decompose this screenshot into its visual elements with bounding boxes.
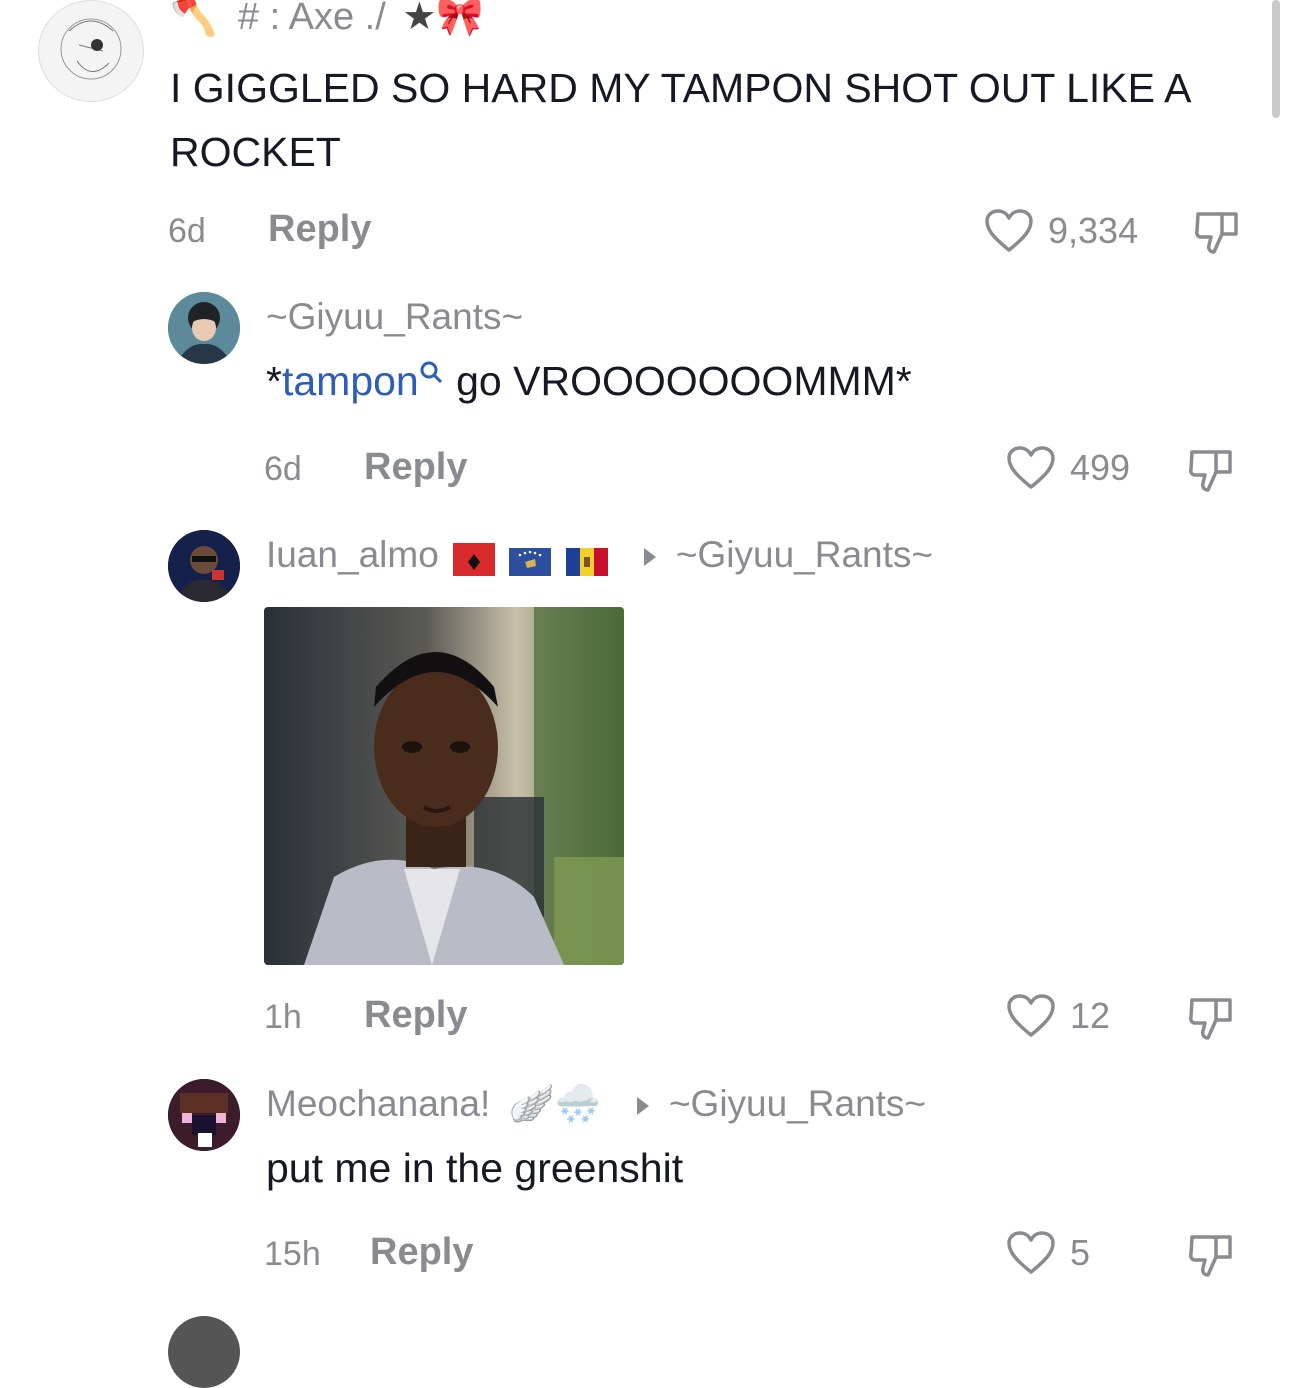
thumbs-down-icon[interactable] <box>1192 206 1244 258</box>
thumbs-down-icon[interactable] <box>1186 1229 1238 1281</box>
search-link[interactable]: tampon <box>282 358 419 404</box>
reply-arrow-icon <box>643 548 656 567</box>
albania-flag <box>453 543 496 577</box>
reply-button[interactable]: Reply <box>370 1231 473 1274</box>
comment-text: put me in the greenshit <box>266 1145 684 1191</box>
reply-button[interactable]: Reply <box>364 446 467 489</box>
reply-button[interactable]: Reply <box>364 994 467 1037</box>
reply-to-username[interactable]: ~Giyuu_Rants~ <box>669 1083 926 1124</box>
like-button[interactable]: 9,334 <box>984 208 1138 254</box>
comment-time: 1h <box>264 998 302 1036</box>
avatar[interactable] <box>168 1316 240 1388</box>
thumbs-down-icon[interactable] <box>1186 444 1238 496</box>
axe-icon: 🪓 <box>170 0 218 38</box>
comment-time: 6d <box>168 212 206 250</box>
wing-cloud-decor: 🪽🌨️ <box>508 1083 601 1124</box>
username[interactable]: ~Giyuu_Rants~ <box>266 296 523 338</box>
like-button[interactable]: 499 <box>1006 445 1130 491</box>
kosovo-flag <box>509 543 552 577</box>
heart-outline-icon <box>1007 994 1055 1037</box>
avatar[interactable] <box>168 292 240 364</box>
reply-photo[interactable] <box>264 607 624 965</box>
like-button[interactable]: 5 <box>1006 1230 1090 1276</box>
like-button[interactable]: 12 <box>1006 993 1110 1039</box>
like-count: 499 <box>1070 447 1131 488</box>
scrollbar[interactable] <box>1272 0 1280 118</box>
comment-time: 6d <box>264 450 302 488</box>
avatar[interactable] <box>38 0 144 102</box>
search-mini-icon <box>420 361 442 384</box>
username[interactable]: 🪓 # : Axe ./ ★🎀 <box>170 0 484 39</box>
avatar[interactable] <box>168 1079 240 1151</box>
star-bow-decor: ★🎀 <box>402 0 484 38</box>
like-count: 5 <box>1070 1232 1091 1273</box>
heart-outline-icon <box>1007 1231 1055 1274</box>
like-count: 12 <box>1070 995 1111 1036</box>
comment-text: *tampon go VROOOOOOOMMM* <box>266 358 912 404</box>
reply-to-username[interactable]: ~Giyuu_Rants~ <box>676 534 933 575</box>
reply-button[interactable]: Reply <box>268 208 371 251</box>
moldova-flag <box>565 543 608 577</box>
reply-arrow-icon <box>636 1097 649 1116</box>
avatar[interactable] <box>168 530 240 602</box>
like-count: 9,334 <box>1048 210 1139 251</box>
heart-outline-icon <box>985 209 1033 252</box>
comment-time: 15h <box>264 1235 321 1273</box>
username[interactable]: Meochanana! 🪽🌨️ ~Giyuu_Rants~ <box>266 1083 926 1126</box>
username[interactable]: Iuan_almo ~Giyuu_Rants~ <box>266 534 933 577</box>
heart-outline-icon <box>1007 446 1055 489</box>
comment-text: I GIGGLED SO HARD MY TAMPON SHOT OUT LIK… <box>170 65 1190 175</box>
thumbs-down-icon[interactable] <box>1186 992 1238 1044</box>
